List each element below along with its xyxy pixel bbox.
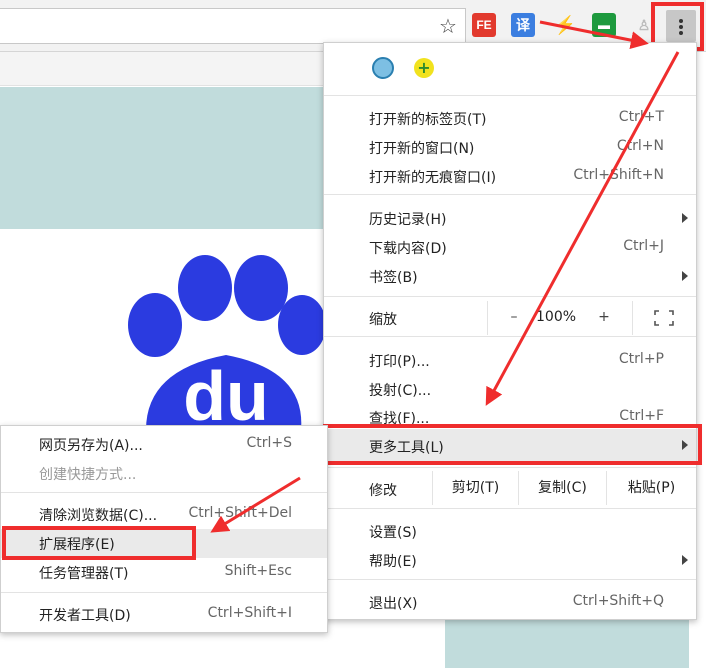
- submenu-item-create-shortcut: 创建快捷方式...: [1, 459, 327, 488]
- menu-item-exit[interactable]: 退出(X) Ctrl+Shift+Q: [324, 588, 696, 617]
- copy-button[interactable]: 复制(C): [518, 471, 606, 505]
- menu-separator: [1, 592, 327, 593]
- fullscreen-icon[interactable]: [654, 310, 674, 326]
- zoom-row: 缩放 – 100% +: [324, 301, 696, 335]
- submenu-arrow-icon: [682, 271, 688, 281]
- menu-separator: [324, 296, 696, 297]
- menu-item-print[interactable]: 打印(P)... Ctrl+P: [324, 346, 696, 375]
- submenu-item-task-manager[interactable]: 任务管理器(T) Shift+Esc: [1, 558, 327, 587]
- menu-item-label: 打开新的标签页(T): [369, 112, 487, 128]
- address-bar[interactable]: [0, 8, 466, 44]
- menu-item-settings[interactable]: 设置(S): [324, 517, 696, 546]
- submenu-item-shortcut: Ctrl+S: [246, 435, 292, 451]
- menu-item-shortcut: Ctrl+J: [623, 238, 664, 254]
- menu-item-label: 书签(B): [369, 270, 418, 286]
- submenu-arrow-icon: [682, 213, 688, 223]
- menu-item-shortcut: Ctrl+F: [619, 408, 664, 424]
- zoom-in-button[interactable]: +: [596, 309, 612, 325]
- submenu-item-label: 任务管理器(T): [39, 566, 129, 582]
- menu-item-new-window[interactable]: 打开新的窗口(N) Ctrl+N: [324, 133, 696, 162]
- menu-item-downloads[interactable]: 下载内容(D) Ctrl+J: [324, 233, 696, 262]
- extension-globe-icon[interactable]: [372, 57, 394, 79]
- menu-item-shortcut: Ctrl+P: [618, 351, 664, 367]
- menu-item-cast[interactable]: 投射(C)...: [324, 375, 696, 404]
- edit-row: 修改 剪切(T) 复制(C) 粘贴(P): [324, 471, 696, 505]
- zoom-level: 100%: [536, 309, 577, 325]
- menu-item-help[interactable]: 帮助(E): [324, 546, 696, 575]
- menu-item-new-tab[interactable]: 打开新的标签页(T) Ctrl+T: [324, 104, 696, 133]
- menu-item-bookmarks[interactable]: 书签(B): [324, 262, 696, 291]
- menu-item-label: 退出(X): [369, 596, 418, 612]
- menu-item-label: 打开新的无痕窗口(I): [369, 170, 497, 186]
- zoom-out-button[interactable]: –: [506, 309, 522, 325]
- menu-item-incognito[interactable]: 打开新的无痕窗口(I) Ctrl+Shift+N: [324, 162, 696, 191]
- fe-extension-icon[interactable]: FE: [472, 13, 496, 37]
- lightning-extension-icon[interactable]: ⚡: [553, 13, 577, 37]
- menu-item-shortcut: Ctrl+Shift+N: [573, 167, 664, 183]
- submenu-item-save-page[interactable]: 网页另存为(A)... Ctrl+S: [1, 430, 327, 459]
- menu-item-label: 历史记录(H): [369, 212, 447, 228]
- zoom-label: 缩放: [369, 312, 397, 328]
- extensions-highlight-box: [2, 526, 196, 560]
- menu-separator: [324, 508, 696, 509]
- menu-separator: [324, 336, 696, 337]
- menu-separator: [324, 579, 696, 580]
- page-header-bar: [0, 52, 330, 86]
- more-tools-highlight-box: [323, 424, 702, 465]
- submenu-item-devtools[interactable]: 开发者工具(D) Ctrl+Shift+I: [1, 600, 327, 629]
- toolbox-extension-icon[interactable]: ▬: [592, 13, 616, 37]
- menu-item-label: 帮助(E): [369, 554, 417, 570]
- submenu-item-label: 创建快捷方式...: [39, 467, 137, 483]
- submenu-item-shortcut: Ctrl+Shift+I: [207, 605, 292, 621]
- cut-button[interactable]: 剪切(T): [432, 471, 518, 505]
- menu-item-history[interactable]: 历史记录(H): [324, 204, 696, 233]
- menu-separator: [324, 194, 696, 195]
- bookmark-star-icon[interactable]: ☆: [436, 14, 460, 38]
- submenu-item-clear-data[interactable]: 清除浏览数据(C)... Ctrl+Shift+Del: [1, 500, 327, 529]
- menu-separator: [324, 467, 696, 468]
- paste-button[interactable]: 粘贴(P): [606, 471, 696, 505]
- menu-item-label: 设置(S): [369, 525, 417, 541]
- menu-item-label: 打开新的窗口(N): [369, 141, 475, 157]
- baidu-paw-logo: du: [128, 255, 326, 430]
- menu-separator: [324, 95, 696, 96]
- menu-item-shortcut: Ctrl+Shift+Q: [572, 593, 664, 609]
- menu-item-shortcut: Ctrl+N: [616, 138, 664, 154]
- menu-item-shortcut: Ctrl+T: [618, 109, 664, 125]
- submenu-item-label: 开发者工具(D): [39, 608, 131, 624]
- menu-item-label: 下载内容(D): [369, 241, 447, 257]
- translate-extension-icon[interactable]: 译: [511, 13, 535, 37]
- chrome-main-menu: + 打开新的标签页(T) Ctrl+T 打开新的窗口(N) Ctrl+N 打开新…: [323, 42, 697, 620]
- baidu-logo-text: du: [183, 357, 269, 430]
- submenu-item-label: 清除浏览数据(C)...: [39, 508, 158, 524]
- submenu-item-label: 网页另存为(A)...: [39, 438, 143, 454]
- menu-separator: [1, 492, 327, 493]
- page-background-strip: [445, 620, 689, 668]
- submenu-item-shortcut: Shift+Esc: [224, 563, 292, 579]
- menu-item-label: 投射(C)...: [369, 383, 432, 399]
- edit-label: 修改: [369, 483, 397, 499]
- extension-plus-icon[interactable]: +: [414, 58, 434, 78]
- menu-item-label: 打印(P)...: [369, 354, 430, 370]
- page-hero-banner: [0, 87, 330, 229]
- submenu-item-shortcut: Ctrl+Shift+Del: [188, 505, 292, 521]
- submenu-arrow-icon: [682, 555, 688, 565]
